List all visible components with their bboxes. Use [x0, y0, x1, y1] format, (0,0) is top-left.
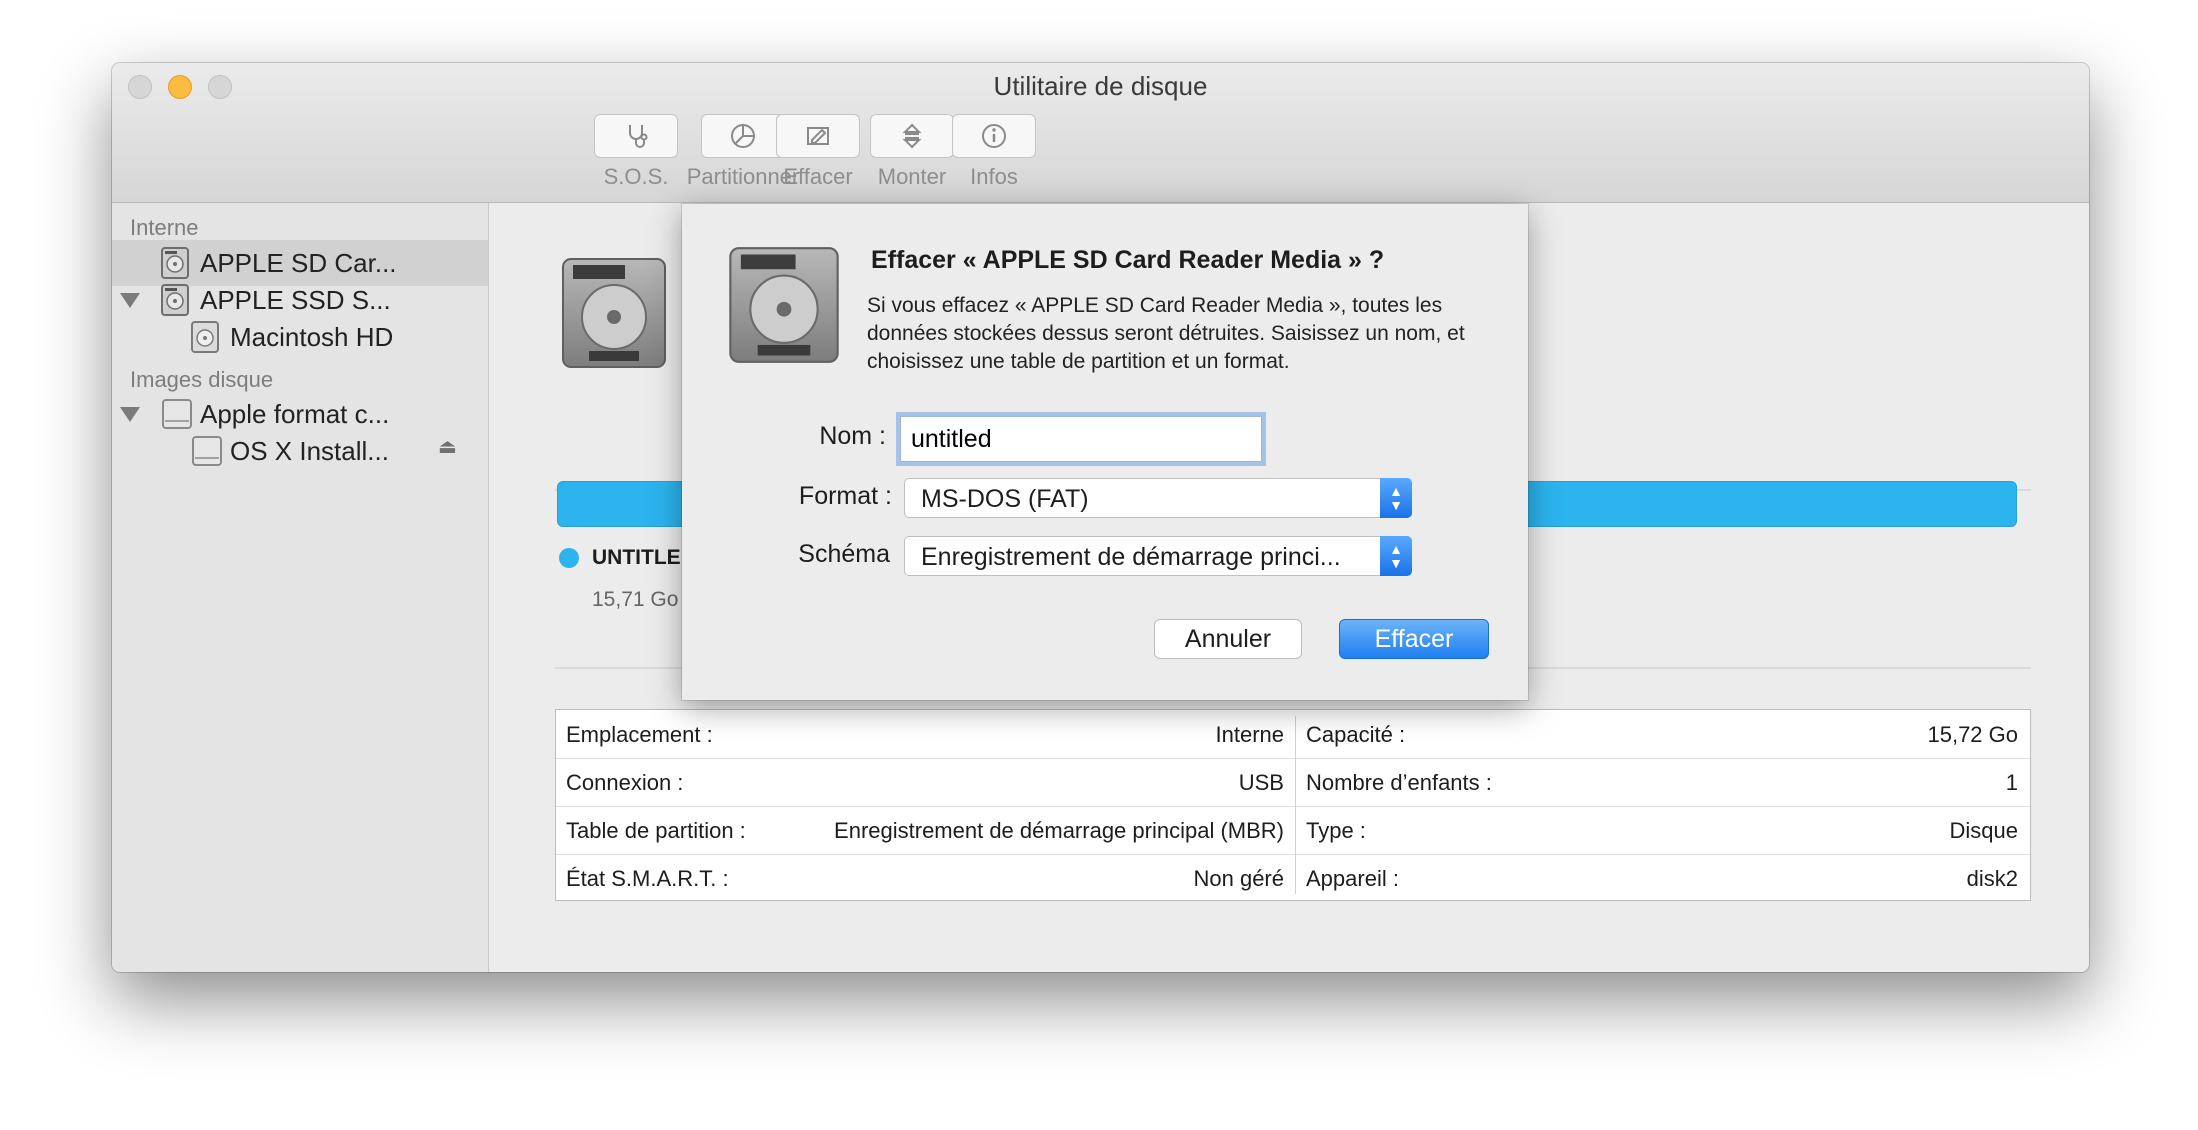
disk-info-table: Emplacement : Interne Connexion : USB Tabl…: [555, 709, 2031, 901]
updown-chevron-icon: ▲ ▼: [1380, 536, 1412, 576]
info-row-children: Nombre d’enfants : 1: [1296, 758, 2030, 807]
info-row-device: Appareil : disk2: [1296, 854, 2030, 902]
info-key: Capacité :: [1306, 722, 1406, 747]
disclosure-triangle-icon[interactable]: [120, 407, 140, 422]
hard-disk-icon: [726, 244, 842, 371]
info-key: Nombre d’enfants :: [1306, 770, 1492, 795]
format-select[interactable]: MS-DOS (FAT) ▲ ▼: [904, 478, 1412, 518]
sidebar-item-label: Apple format c...: [200, 399, 390, 429]
cancel-button[interactable]: Annuler: [1154, 619, 1302, 659]
info-key: Table de partition :: [566, 818, 746, 843]
info-row-smart: État S.M.A.R.T. : Non géré: [556, 854, 1296, 902]
info-value: 15,72 Go: [1927, 722, 2018, 747]
sidebar-item-macintosh-hd[interactable]: Macintosh HD: [112, 314, 488, 360]
eject-icon[interactable]: ⏏: [438, 434, 457, 459]
scheme-value: Enregistrement de démarrage princi...: [921, 543, 1341, 571]
scheme-label: Schéma: [798, 540, 890, 568]
disclosure-triangle-icon[interactable]: [120, 293, 140, 308]
info-row-type: Type : Disque: [1296, 806, 2030, 855]
erase-dialog: Effacer « APPLE SD Card Reader Media » ?…: [682, 204, 1528, 700]
info-row-capacity: Capacité : 15,72 Go: [1296, 710, 2030, 759]
eraser-icon[interactable]: [776, 114, 860, 158]
info-row-location: Emplacement : Interne: [556, 710, 1296, 759]
sidebar: Interne APPLE SD Car... APPLE SSD S... M…: [112, 203, 489, 972]
info-key: Connexion :: [566, 770, 684, 795]
partition-name: UNTITLE: [592, 546, 681, 569]
info-value: Disque: [1949, 818, 2018, 843]
partition-color-dot: [559, 548, 579, 568]
sidebar-item-label: APPLE SSD S...: [200, 285, 391, 315]
toolbar-sos[interactable]: S.O.S.: [594, 114, 678, 190]
info-key: Emplacement :: [566, 722, 713, 747]
toolbar-infos[interactable]: Infos: [942, 114, 1046, 190]
name-label: Nom :: [819, 422, 886, 450]
disk-image-icon: [190, 434, 224, 475]
updown-chevron-icon: ▲ ▼: [1380, 478, 1412, 518]
info-value: 1: [2005, 770, 2018, 795]
section-header-disk-images: Images disque: [130, 367, 274, 392]
info-value: Non géré: [1193, 866, 1284, 891]
partition-size: 15,71 Go: [592, 588, 679, 611]
titlebar: Utilitaire de disque S.O.S. Partitionner…: [112, 63, 2089, 203]
hard-disk-icon: [559, 255, 669, 376]
format-label: Format :: [798, 482, 892, 510]
toolbar-label: Infos: [970, 164, 1018, 189]
name-input[interactable]: [900, 416, 1262, 462]
stethoscope-icon[interactable]: [594, 114, 678, 158]
dialog-message: Si vous effacez « APPLE SD Card Reader M…: [867, 294, 1465, 373]
sidebar-item-label: APPLE SD Car...: [200, 248, 397, 278]
scheme-select[interactable]: Enregistrement de démarrage princi... ▲ ▼: [904, 536, 1412, 576]
info-row-partition-table: Table de partition : Enregistrement de dé…: [556, 806, 1296, 855]
info-value: USB: [1238, 770, 1284, 795]
toolbar-label: S.O.S.: [603, 164, 669, 189]
info-column-left: Emplacement : Interne Connexion : USB Tabl…: [556, 710, 1296, 900]
section-header-internal: Interne: [130, 215, 199, 240]
info-value: Enregistrement de démarrage principal (M…: [834, 818, 1284, 843]
sidebar-item-label: Macintosh HD: [230, 322, 394, 352]
info-key: État S.M.A.R.T. :: [566, 866, 729, 891]
info-value: disk2: [1966, 866, 2018, 891]
window-title: Utilitaire de disque: [993, 71, 1208, 101]
toolbar-label: Effacer: [783, 164, 853, 189]
volume-icon: [190, 320, 220, 361]
toolbar-effacer[interactable]: Effacer: [766, 114, 870, 190]
info-key: Appareil :: [1306, 866, 1399, 891]
dialog-title: Effacer « APPLE SD Card Reader Media » ?: [871, 246, 1385, 274]
erase-button[interactable]: Effacer: [1339, 619, 1489, 659]
info-value: Interne: [1215, 722, 1285, 747]
info-row-connection: Connexion : USB: [556, 758, 1296, 807]
info-column-right: Capacité : 15,72 Go Nombre d’enfants : 1 T…: [1296, 710, 2030, 900]
info-icon[interactable]: [952, 114, 1036, 158]
sidebar-item-os-x-install[interactable]: OS X Install... ⏏: [112, 428, 488, 474]
sidebar-item-label: OS X Install...: [230, 436, 389, 466]
format-value: MS-DOS (FAT): [921, 485, 1089, 513]
info-key: Type :: [1306, 818, 1366, 843]
